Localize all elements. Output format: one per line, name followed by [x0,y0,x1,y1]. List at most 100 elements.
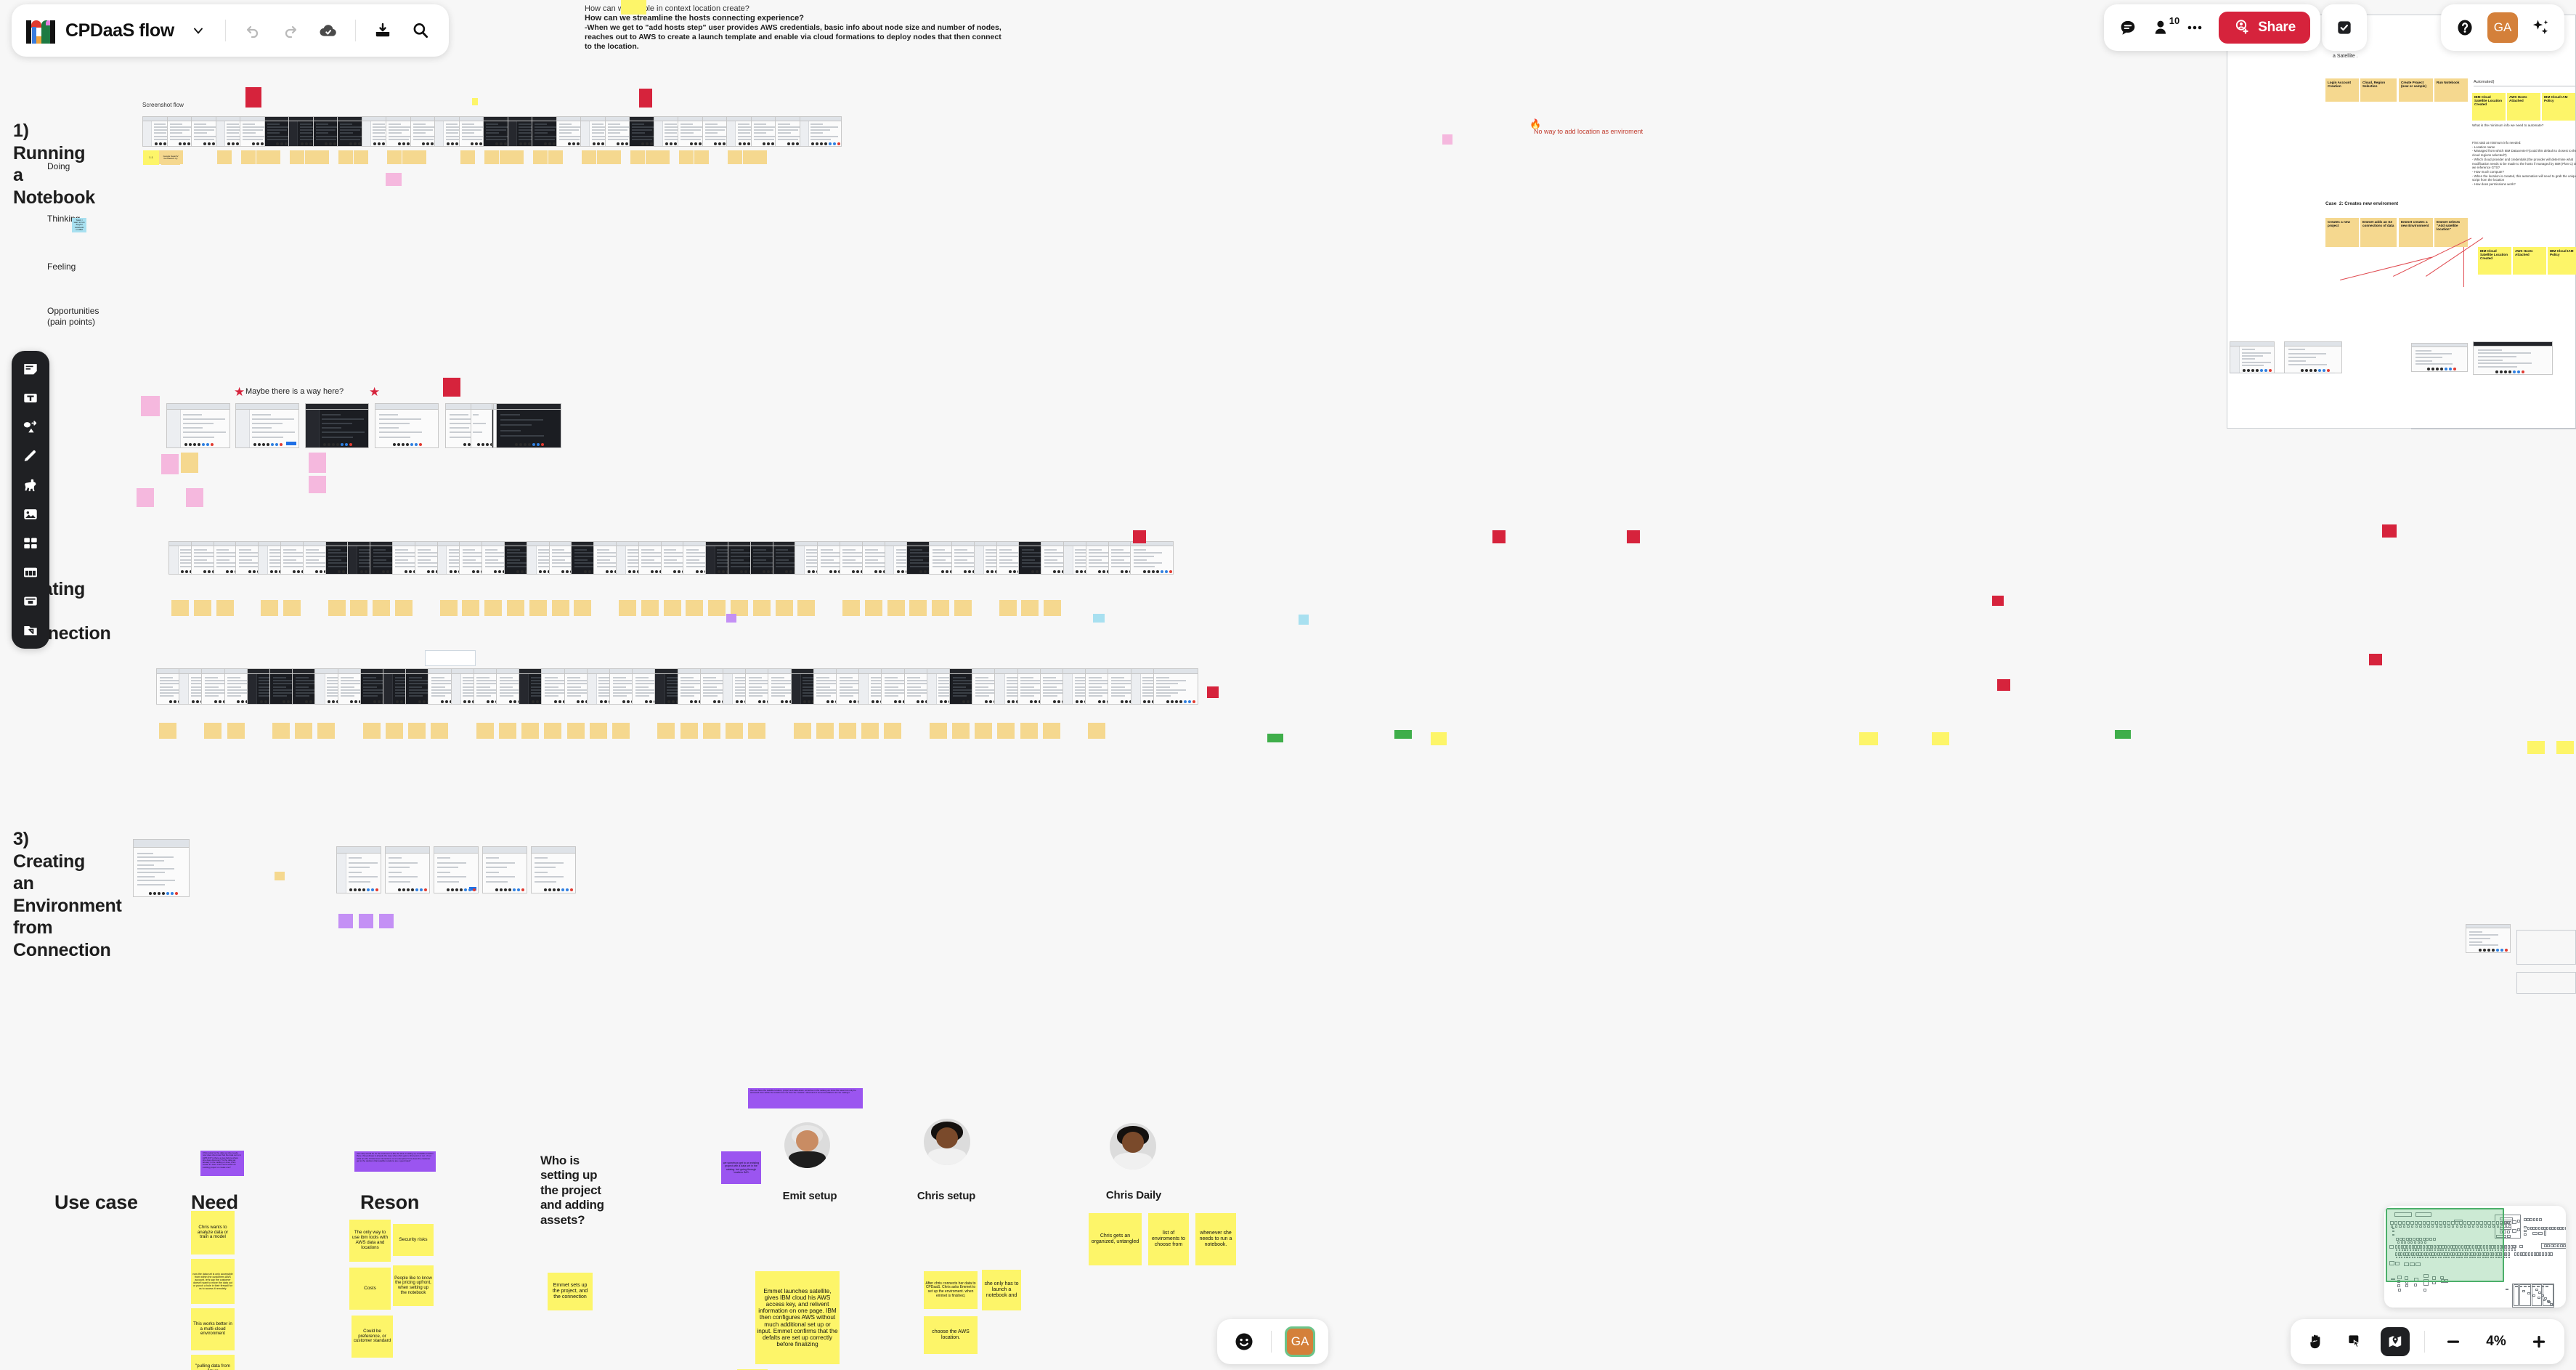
flow4-screenshot-4[interactable] [434,846,479,893]
minimap-viewport[interactable] [2386,1208,2504,1282]
flow3-note-18[interactable] [544,723,562,739]
case1-step-1[interactable]: Login Account Creation [2325,78,2359,102]
flow2-note-19[interactable] [574,600,592,616]
flow2-note-24[interactable] [686,600,704,616]
flow2-note-14[interactable] [462,600,480,616]
flow3-note-7[interactable] [295,723,313,739]
admin-note[interactable] [141,396,160,416]
flow2-note-28[interactable] [775,600,793,616]
pointer-select-icon[interactable] [2341,1328,2369,1355]
case2-step-3[interactable]: Emmet creates a new Environment [2399,218,2433,247]
undo-icon[interactable] [239,17,267,44]
flow2-note-18[interactable] [551,600,569,616]
flow3-note-29[interactable] [793,723,811,739]
flow4-screenshot-3[interactable] [385,846,430,893]
flow-note-19[interactable] [582,150,596,164]
need-note-2[interactable]: now the data set is only accessible from… [191,1259,235,1304]
flow2-note-16[interactable] [507,600,524,616]
flow2-note-39[interactable] [1021,600,1039,616]
hand-icon[interactable] [2302,1328,2330,1355]
flow3-note-24[interactable] [680,723,698,739]
chris-setup-note-3[interactable]: choose the AWS location. [924,1316,978,1354]
case2-step-2[interactable]: Emmet adds an S3 connections of data [2360,218,2397,247]
flow3-note-23[interactable] [657,723,675,739]
flow4-purple-1[interactable] [338,914,353,928]
flow4-note-1[interactable] [275,872,285,880]
flow-note-23[interactable] [679,150,694,164]
flow2-purple-1[interactable] [726,614,736,623]
flow2-note-32[interactable] [864,600,882,616]
flow3-note-31[interactable] [839,723,856,739]
connection-screenshot-4[interactable] [375,403,439,448]
flow3-note-37[interactable] [975,723,993,739]
persona-purple-top[interactable]: then we have the satellite location, pro… [748,1088,863,1108]
flow2-note-11[interactable] [395,600,413,616]
comment-icon[interactable] [2114,14,2142,41]
flow3-note-11[interactable] [386,723,403,739]
chris-setup-note-2[interactable]: she only has to launch a notebook and [982,1270,1021,1310]
flow-note-21[interactable] [630,150,645,164]
persona-purple-left[interactable]: we somehow get to an existing project wi… [721,1151,761,1184]
flow3-note-27[interactable] [748,723,766,739]
flow-note-8[interactable] [314,150,329,164]
flow-note-b-23[interactable] [694,150,709,164]
need-note-3[interactable]: This works better in a multi-cloud envir… [191,1308,235,1350]
flow2-red-3[interactable] [1492,530,1506,543]
flow-note-11[interactable] [387,150,402,164]
flow3-red-1[interactable] [1207,686,1219,698]
question-mark-icon[interactable] [2451,14,2479,41]
flow2-note-2[interactable] [193,600,211,616]
case1-output-3[interactable]: IBM Cloud IAM Policy [2542,93,2575,121]
whiteboard-canvas[interactable]: How can we enable in context location cr… [0,0,2576,1370]
flow3-note-4[interactable] [227,723,245,739]
flow2-note-3[interactable] [216,600,234,616]
flow3-screenshot-45[interactable] [1153,668,1198,705]
case2-output-3[interactable]: IBM Cloud IAM Policy [2548,247,2576,275]
flow3-white-1[interactable] [425,650,476,666]
flow3-note-21[interactable] [612,723,630,739]
checklist-icon[interactable] [2331,14,2358,41]
flow2-red-2[interactable] [1133,530,1146,543]
text-tool[interactable] [16,387,45,409]
chris-setup-note-1[interactable]: After chris connects her data to CPDaaS.… [924,1271,978,1309]
flow-note-7[interactable] [290,150,304,164]
flow-note-15[interactable] [484,150,499,164]
flow-note-20[interactable] [606,150,621,164]
flow3-yellow-2[interactable] [1932,732,1949,745]
flow3-yellow-5[interactable] [2556,741,2574,754]
flow3-note-30[interactable] [816,723,834,739]
flow2-note-38[interactable] [999,600,1017,616]
connection-note-5[interactable] [137,488,154,507]
shapes-connectors-tool[interactable] [16,416,45,438]
flow3-yellow-4[interactable] [2527,741,2545,754]
flow2-note-1[interactable] [171,600,189,616]
right-thumb-3[interactable] [2411,343,2468,372]
flow3-note-32[interactable] [861,723,879,739]
flow2-note-5[interactable] [261,600,279,616]
import-tool[interactable] [16,620,45,641]
flow-yellow-hl-1[interactable] [472,98,478,105]
flow2-note-27[interactable] [752,600,771,616]
more-horizontal-icon[interactable] [2181,14,2209,41]
map-pin-icon[interactable] [2381,1327,2410,1356]
flow-doing-note-2[interactable]: Google Search/ Itemsearch try [161,150,180,165]
share-button[interactable]: Share [2219,12,2310,44]
flow3-note-20[interactable] [589,723,607,739]
flow3-note-39[interactable] [1020,723,1038,739]
flow-note-b-9[interactable] [354,150,368,164]
flow3-note-6[interactable] [272,723,290,739]
flow3-green-3[interactable] [2115,730,2131,739]
flow-note-26[interactable] [752,150,767,164]
flow2-note-35[interactable] [932,600,950,616]
flow2-blue-2[interactable] [1299,615,1309,625]
flow-pink-note-1[interactable] [386,173,402,186]
flow3-note-1[interactable] [159,723,176,739]
connection-red-note[interactable] [443,378,460,397]
flow-note-25[interactable] [728,150,742,164]
connection-note-4[interactable] [309,476,326,493]
board-title[interactable]: CPDaaS flow [65,20,174,41]
flow4-purple-2[interactable] [359,914,373,928]
right-thumb-2[interactable] [2284,341,2342,373]
members-indicator[interactable]: 10 [2152,15,2179,37]
flow3-green-1[interactable] [1394,730,1412,739]
